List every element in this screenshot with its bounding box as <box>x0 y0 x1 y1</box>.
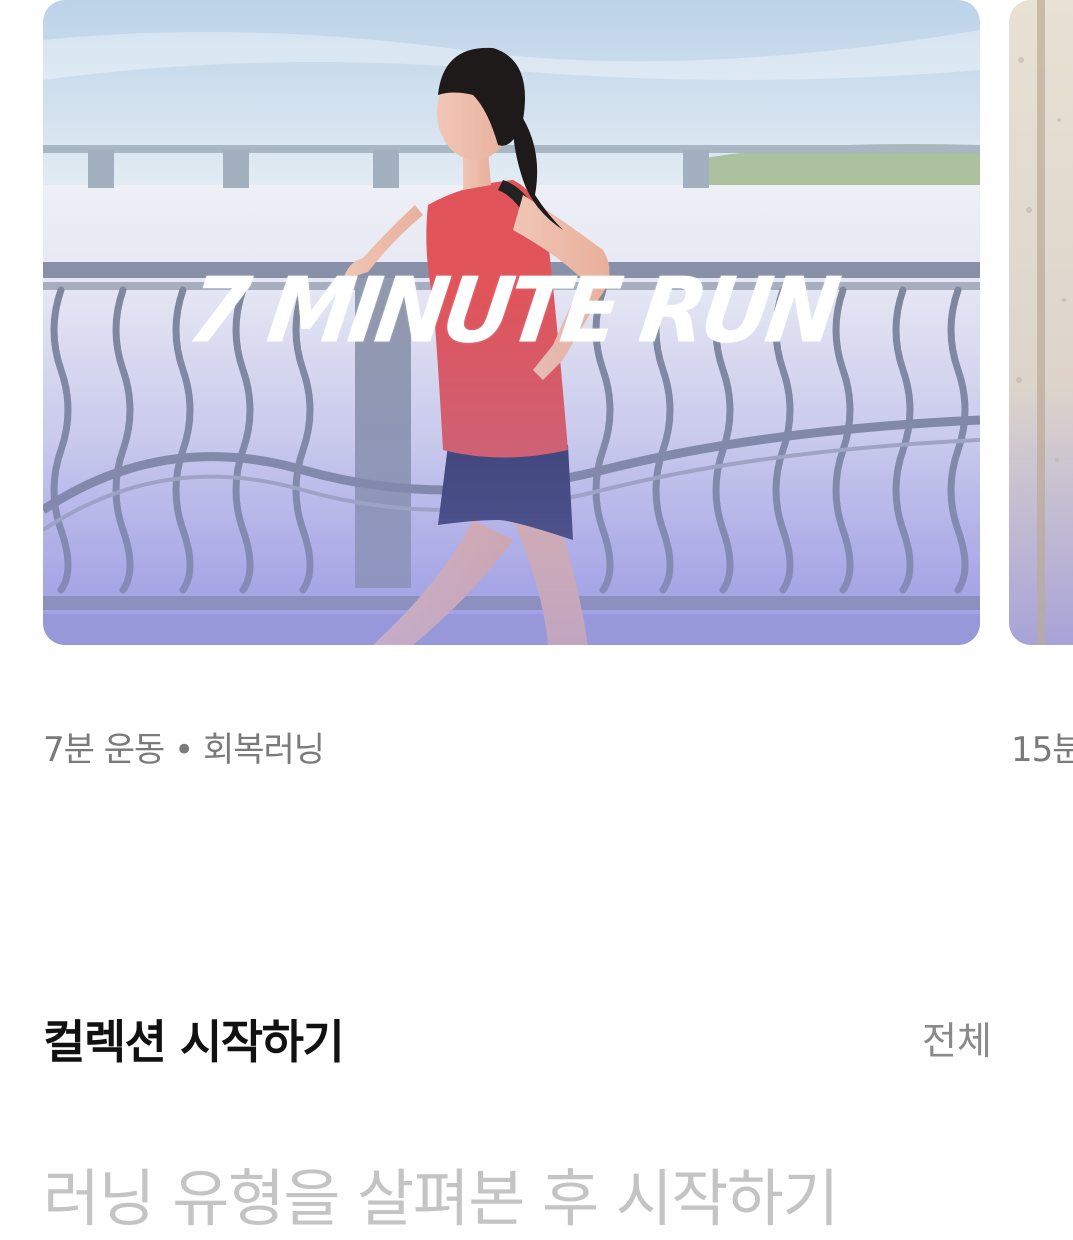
workout-card-image <box>1009 0 1073 645</box>
app-screen: 7 MINUTE RUN 7분 운동 • 회복러닝 15분 컬렉션 시작하기 전… <box>0 0 1073 1240</box>
section-title: 컬렉션 시작하기 <box>43 1015 345 1069</box>
section-subtitle: 러닝 유형을 살펴본 후 시작하기 <box>43 1162 839 1235</box>
workout-card-meta: 7분 운동 • 회복러닝 <box>43 730 325 770</box>
workout-card-next[interactable] <box>1009 0 1073 645</box>
workout-card-meta: 15분 <box>1011 730 1073 770</box>
workout-card-7-minute-run[interactable]: 7 MINUTE RUN <box>43 0 980 645</box>
workout-card-title: 7 MINUTE RUN <box>181 258 842 364</box>
see-all-link[interactable]: 전체 <box>922 1010 992 1065</box>
